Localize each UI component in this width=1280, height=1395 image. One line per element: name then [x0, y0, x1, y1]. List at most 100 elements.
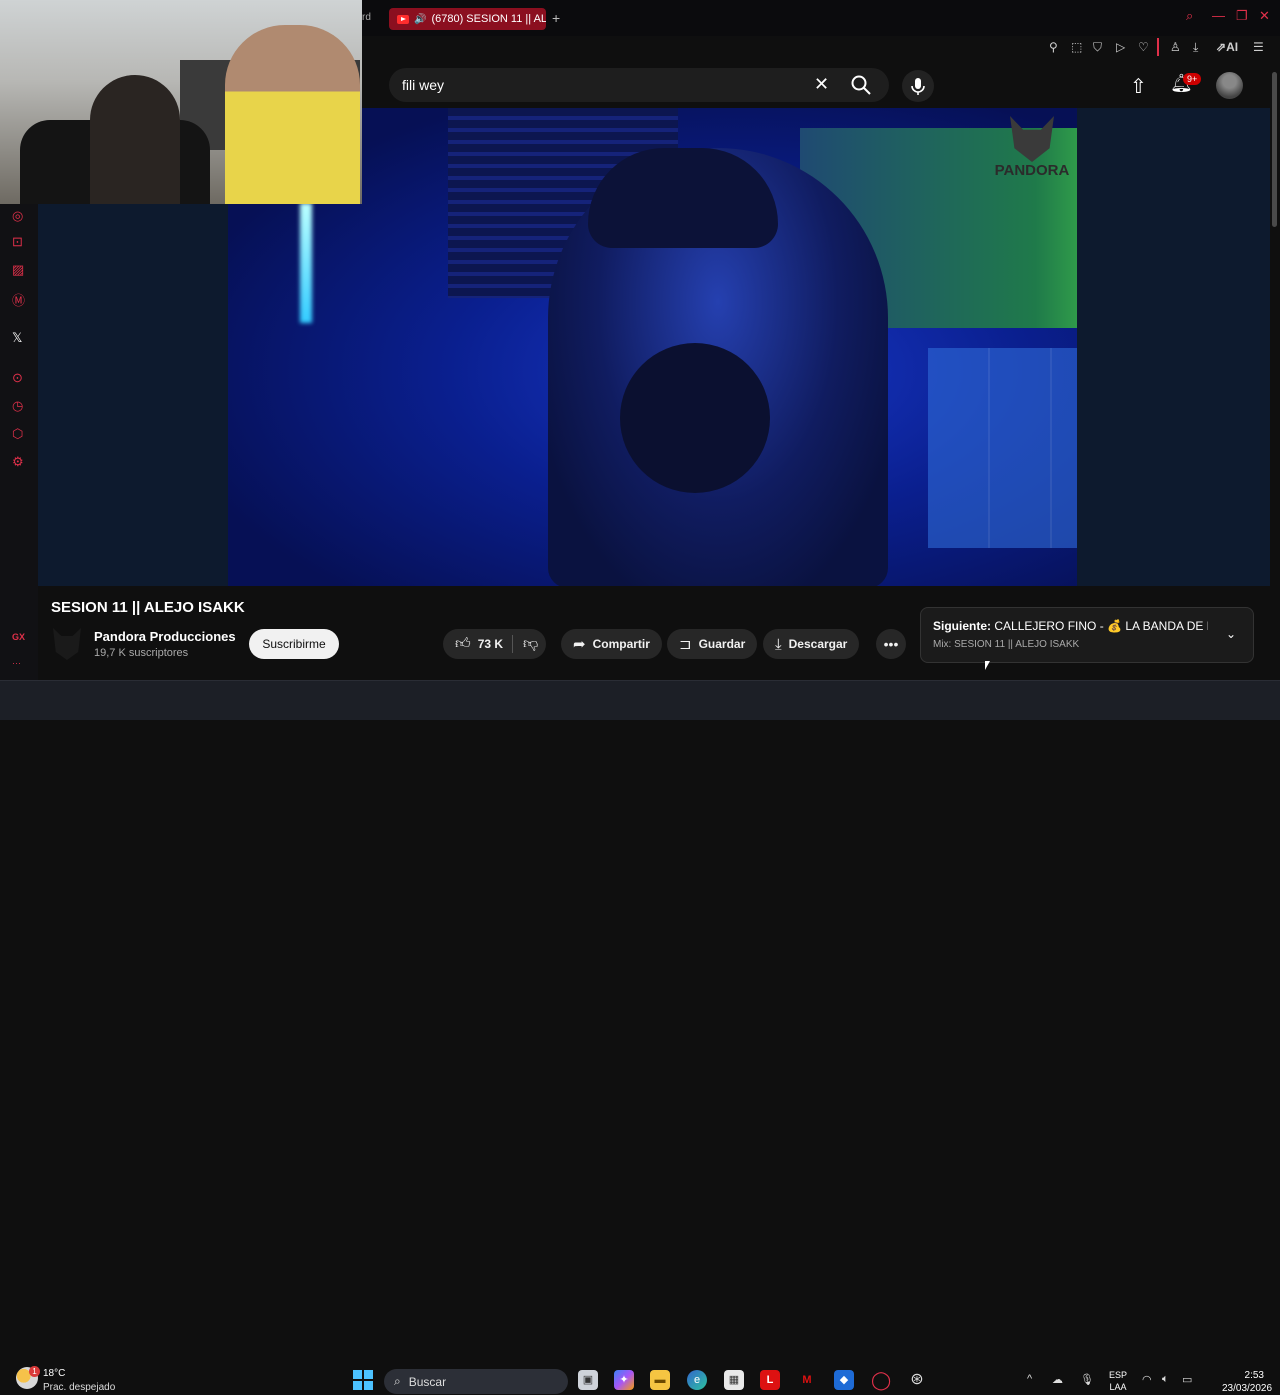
bookmark-icon: ⊐ [679, 636, 692, 653]
keyboard-layout: LAA [1109, 1382, 1127, 1392]
mouse-cursor [985, 661, 990, 670]
weather-temp[interactable]: 18°C [43, 1368, 65, 1379]
search-input[interactable]: fili wey [402, 77, 444, 93]
subscribe-button[interactable]: Suscribirme [249, 629, 339, 659]
mic-icon [911, 78, 925, 95]
player-icon[interactable]: ⊙ [12, 370, 23, 386]
channel-avatar[interactable] [53, 628, 81, 660]
aria-ai-button[interactable]: ⇗AI [1216, 40, 1238, 54]
settings-icon[interactable]: ⚙ [12, 454, 24, 470]
snapshot-icon[interactable]: ⬚ [1071, 40, 1082, 54]
opera-sidebar: ◎ ⊡ ▨ Ⓜ 𝕏 ⊙ ◷ ⬡ ⚙ GX ··· [0, 204, 38, 680]
channel-name[interactable]: Pandora Producciones [94, 629, 236, 644]
task-view-icon[interactable]: ▣ [578, 1370, 598, 1390]
download-button[interactable]: ⤓ Descargar [763, 629, 860, 659]
share-button[interactable]: ➦ Compartir [561, 629, 662, 659]
cloud-icon[interactable]: ☁ [1052, 1373, 1063, 1386]
search-icon: ⌕ [394, 1374, 401, 1388]
tab-stub-label[interactable]: rd [362, 12, 371, 23]
wallet-icon[interactable]: ♙ [1170, 40, 1181, 54]
taskbar-search[interactable]: ⌕ Buscar [384, 1369, 568, 1394]
watermark-text: PANDORA [994, 162, 1070, 179]
store-icon[interactable]: ▦ [724, 1370, 744, 1390]
download-label: Descargar [788, 637, 848, 651]
messenger-icon[interactable]: Ⓜ [12, 290, 25, 309]
thumbs-up-icon[interactable]: 👍︎ [455, 635, 471, 653]
avatar[interactable] [1216, 72, 1243, 99]
clock-date: 23/03/2026 [1222, 1383, 1273, 1394]
heart-icon[interactable]: ♡ [1138, 40, 1149, 54]
gx-corner-icon[interactable]: ▨ [12, 262, 24, 278]
more-icon[interactable]: ··· [12, 658, 21, 668]
edge-icon[interactable]: e [687, 1370, 707, 1390]
studio-microphone [620, 343, 770, 493]
up-next-card[interactable] [920, 607, 1254, 663]
weather-condition[interactable]: Prac. despejado [43, 1382, 115, 1393]
system-clock[interactable]: 2:53 23/03/2026 [1222, 1369, 1273, 1395]
up-next-video-title: CALLEJERO FINO - 💰 LA BANDA DE LO... [994, 619, 1208, 633]
pin-icon[interactable]: ⚲ [1049, 40, 1058, 54]
toolbar-divider [1157, 38, 1159, 56]
tab-active[interactable]: 🔊 (6780) SESION 11 || ALE [389, 8, 546, 30]
up-next-prefix: Siguiente: [933, 619, 992, 633]
voice-search-button[interactable] [902, 70, 934, 102]
webcam-person-right [225, 25, 360, 204]
more-actions-button[interactable]: ••• [876, 629, 906, 659]
opera-gx-icon[interactable]: ◯ [871, 1370, 891, 1390]
restore-button[interactable]: ❐ [1236, 8, 1248, 24]
content-strip [40, 672, 1270, 680]
dropbox-icon[interactable]: ◆ [834, 1370, 854, 1390]
up-next-subtitle: Mix: SESION 11 || ALEJO ISAKK [933, 639, 1080, 650]
language-indicator[interactable]: ESP LAA [1109, 1369, 1127, 1393]
save-button[interactable]: ⊐ Guardar [667, 629, 758, 659]
close-window-button[interactable]: ✕ [1259, 8, 1270, 24]
battery-icon[interactable]: ▭ [1182, 1373, 1192, 1386]
youtube-icon [397, 14, 409, 24]
volume-icon[interactable]: 🔈︎ [1162, 1373, 1169, 1386]
file-explorer-icon[interactable]: ▬ [650, 1370, 670, 1390]
chevron-down-icon[interactable]: ⌄ [1226, 627, 1236, 641]
taskbar-search-label: Buscar [408, 1374, 447, 1389]
clear-search-icon[interactable]: ✕ [814, 74, 829, 95]
x-twitter-icon[interactable]: 𝕏 [12, 330, 22, 346]
app-l-icon[interactable]: L [760, 1370, 780, 1390]
player-icon[interactable]: ▷ [1116, 40, 1125, 54]
copilot-icon[interactable]: ✦ [614, 1370, 634, 1390]
microphone-icon[interactable]: 🎙︎ [1080, 1373, 1094, 1386]
download-arrow-icon: ⤓ [775, 635, 782, 653]
taskbar: 1 18°C Prac. despejado ⌕ Buscar ▣ ✦ ▬ e … [0, 680, 1280, 1394]
browser-window: rd 🔊 (6780) SESION 11 || ALE + ⌕ — ❐ ✕ ⚲… [0, 0, 1280, 680]
gx-logo-icon[interactable]: GX [12, 632, 25, 642]
neon-lamp [300, 203, 312, 323]
download-icon[interactable]: ⤓ [1193, 40, 1198, 55]
minimize-button[interactable]: — [1212, 8, 1225, 23]
menu-icon[interactable]: ☰ [1253, 40, 1264, 54]
extensions-icon[interactable]: ⬡ [12, 426, 23, 442]
notification-badge: 9+ [1183, 73, 1202, 85]
speaker-icon[interactable]: 🔊 [414, 14, 426, 25]
new-tab-button[interactable]: + [552, 10, 560, 26]
app-icon[interactable]: ⊛ [907, 1370, 927, 1390]
chevron-up-icon[interactable]: ^ [1027, 1373, 1032, 1385]
adblock-icon[interactable]: ⛉ [1093, 40, 1102, 55]
history-icon[interactable]: ◷ [12, 398, 23, 414]
webcam-overlay [0, 0, 362, 204]
scrollbar[interactable] [1272, 72, 1277, 227]
search-tabs-icon[interactable]: ⌕ [1186, 8, 1193, 24]
like-divider [512, 635, 513, 653]
twitch-icon[interactable]: ⊡ [12, 234, 23, 250]
windows-start-icon[interactable] [353, 1370, 373, 1390]
wolf-logo-icon [1010, 116, 1054, 162]
gx-control-icon[interactable]: ◎ [12, 208, 23, 224]
thumbs-down-icon[interactable]: 👎︎ [523, 635, 538, 653]
wall-tiles [928, 348, 1077, 548]
clock-time: 2:53 [1244, 1370, 1264, 1381]
create-upload-icon[interactable]: ⇧ [1130, 74, 1147, 99]
up-next-title[interactable]: Siguiente: CALLEJERO FINO - 💰 LA BANDA D… [933, 619, 1208, 633]
tab-title: (6780) SESION 11 || ALE [431, 13, 546, 25]
search-icon[interactable] [850, 74, 872, 96]
mcafee-icon[interactable]: M [797, 1370, 817, 1390]
wifi-icon[interactable]: ◠ [1142, 1373, 1152, 1386]
like-count[interactable]: 73 K [478, 637, 503, 651]
video-title: SESION 11 || ALEJO ISAKK [51, 599, 245, 616]
